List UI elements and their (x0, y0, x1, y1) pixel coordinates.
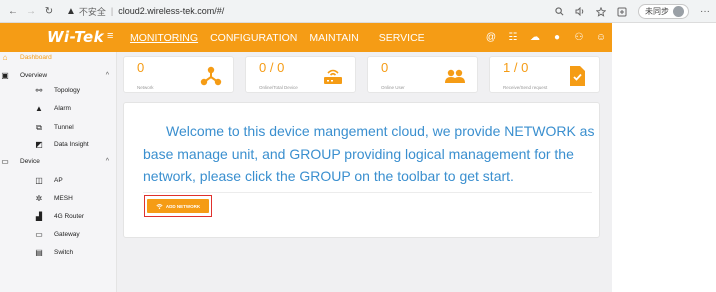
sidebar-item-label: Gateway (54, 231, 80, 238)
more-icon[interactable]: ··· (700, 6, 710, 17)
stat-card-network[interactable]: 0 Network (123, 56, 234, 93)
overview-icon: ▣ (1, 71, 9, 80)
home-icon: ⌂ (2, 53, 8, 62)
browser-toolbar: ← → ↻ ▲ 不安全 | cloud2.wireless-tek.com/#/… (0, 0, 716, 23)
sidebar: ⌂ Dashboard ▣ Overview ^ ⚯ Topology ▲ Al… (0, 52, 117, 292)
sidebar-item-label: Dashboard (20, 54, 52, 61)
app-root: { "browser": { "insecure_label": "不安全", … (0, 0, 716, 292)
avatar (673, 6, 684, 17)
monitor-icon: ▭ (1, 157, 9, 166)
profile-sync-button[interactable]: 未同步 (638, 4, 689, 19)
stat-label: Receive/Send request (503, 85, 548, 90)
menu-toggle-icon[interactable]: ≡ (107, 30, 113, 42)
add-network-label: ADD NETWORK (165, 203, 201, 209)
gateway-icon: ▭ (35, 230, 43, 239)
sidebar-item-label: MESH (54, 195, 73, 202)
alarm-bell-icon: ▲ (35, 104, 43, 113)
url-separator: | (110, 6, 114, 16)
stat-card-users[interactable]: 0 Online User (367, 56, 478, 93)
sidebar-item-tunnel[interactable]: ⧉ Tunnel (0, 123, 117, 133)
sidebar-item-gateway[interactable]: ▭ Gateway (0, 230, 117, 240)
stat-label: Online User (381, 85, 405, 90)
network-icon (200, 65, 222, 87)
app-header: Wi-Tek ≡ MONITORING CONFIGURATION MAINTA… (0, 23, 612, 52)
sidebar-item-device[interactable]: ▭ Device ^ (0, 157, 117, 167)
reload-icon[interactable]: ↻ (40, 6, 58, 17)
forward-arrow-icon[interactable]: → (22, 6, 40, 17)
stat-value: 0 (381, 60, 389, 75)
back-arrow-icon[interactable]: ← (4, 6, 22, 17)
data-insight-icon: ◩ (35, 140, 43, 149)
sidebar-item-label: AP (54, 177, 63, 184)
stat-value: 1 / 0 (503, 60, 529, 75)
warning-icon[interactable]: ▲ (66, 6, 76, 17)
sidebar-item-label: Switch (54, 249, 74, 256)
sidebar-item-label: Data Insight (54, 141, 89, 148)
sidebar-item-dashboard[interactable]: ⌂ Dashboard (0, 53, 117, 63)
tab-configuration[interactable]: CONFIGURATION (210, 32, 297, 44)
main-nav: MONITORING CONFIGURATION MAINTAIN SERVIC… (130, 32, 437, 44)
sidebar-item-topology[interactable]: ⚯ Topology (0, 86, 117, 96)
zoom-icon[interactable] (555, 7, 564, 16)
chevron-up-icon: ^ (105, 158, 109, 165)
wifi-icon (156, 203, 163, 209)
divider (143, 192, 592, 193)
sidebar-item-overview[interactable]: ▣ Overview ^ (0, 71, 117, 81)
sidebar-item-data-insight[interactable]: ◩ Data Insight (0, 140, 117, 150)
tab-service[interactable]: SERVICE (379, 32, 425, 44)
header-icons: @ ☷ ☁ ● ⚇ ☺ (480, 23, 612, 52)
tunnel-icon: ⧉ (36, 123, 42, 132)
switch-icon: ▤ (35, 248, 43, 257)
tab-maintain[interactable]: MAINTAIN (309, 32, 358, 44)
sidebar-item-4g-router[interactable]: ▟ 4G Router (0, 212, 117, 222)
stat-value: 0 / 0 (259, 60, 285, 75)
users-icon (444, 65, 466, 87)
router-icon: ▟ (35, 212, 43, 221)
sidebar-item-label: Tunnel (54, 124, 74, 131)
sidebar-item-label: Alarm (54, 105, 71, 112)
stat-card-requests[interactable]: 1 / 0 Receive/Send request (489, 56, 600, 93)
read-aloud-icon[interactable] (575, 7, 585, 16)
address-bar[interactable]: cloud2.wireless-tek.com/#/ (118, 6, 224, 16)
user-icon[interactable]: ☺ (590, 32, 612, 43)
bell-icon[interactable]: ● (546, 32, 568, 43)
browser-actions: 未同步 ··· (555, 0, 710, 23)
stat-label: Online/Total Device (259, 85, 298, 90)
sidebar-item-label: Topology (54, 87, 81, 94)
blank-area (612, 23, 716, 292)
sync-label: 未同步 (645, 7, 669, 16)
stat-card-devices[interactable]: 0 / 0 Online/Total Device (245, 56, 356, 93)
team-icon[interactable]: ⚇ (568, 32, 590, 43)
sidebar-item-mesh[interactable]: ✲ MESH (0, 194, 117, 204)
sidebar-item-switch[interactable]: ▤ Switch (0, 248, 117, 258)
welcome-panel: Welcome to this device mangement cloud, … (123, 102, 600, 238)
sidebar-item-label: Overview (20, 72, 48, 79)
favorites-icon[interactable] (596, 6, 606, 17)
list-icon[interactable]: ☷ (502, 32, 524, 43)
sidebar-item-alarm[interactable]: ▲ Alarm (0, 104, 117, 114)
add-network-button[interactable]: ADD NETWORK (147, 199, 209, 213)
at-icon[interactable]: @ (480, 32, 502, 43)
sidebar-item-ap[interactable]: ◫ AP (0, 176, 117, 186)
main-content: 0 Network 0 / 0 Online/Total Device 0 On… (117, 52, 612, 292)
add-network-highlight: ADD NETWORK (144, 195, 212, 217)
sidebar-item-label: 4G Router (54, 213, 84, 220)
chevron-up-icon: ^ (105, 72, 109, 79)
document-check-icon (566, 65, 588, 87)
welcome-message: Welcome to this device mangement cloud, … (143, 123, 595, 184)
stat-value: 0 (137, 60, 145, 75)
collections-icon[interactable] (617, 7, 627, 17)
topology-icon: ⚯ (35, 86, 43, 95)
router-icon (322, 65, 344, 87)
insecure-label[interactable]: 不安全 (79, 5, 106, 18)
mesh-icon: ✲ (35, 194, 43, 203)
sidebar-item-label: Device (20, 158, 40, 165)
ap-icon: ◫ (35, 176, 43, 185)
logo[interactable]: Wi-Tek (47, 28, 104, 46)
cloud-icon[interactable]: ☁ (524, 32, 546, 43)
tab-monitoring[interactable]: MONITORING (130, 32, 198, 44)
stat-label: Network (137, 85, 154, 90)
